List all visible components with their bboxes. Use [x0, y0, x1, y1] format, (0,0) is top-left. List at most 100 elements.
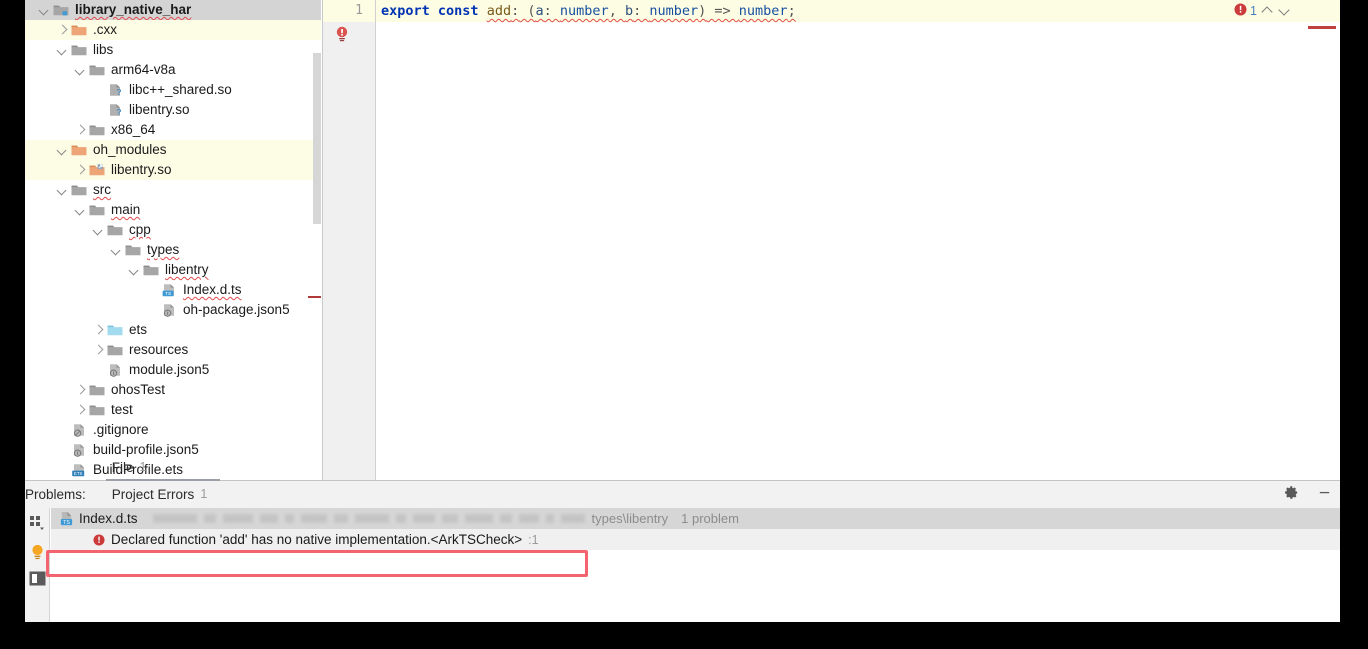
- chevron-right-icon[interactable]: [74, 400, 87, 420]
- code-token: number: [649, 3, 698, 19]
- chevron-right-icon[interactable]: [92, 340, 105, 360]
- tree-row[interactable]: library_native_har: [25, 0, 321, 20]
- module-folder-icon: [51, 2, 71, 18]
- error-count-group[interactable]: 1: [1234, 0, 1291, 22]
- tree-row[interactable]: oh_modules: [25, 140, 321, 160]
- problems-tab-project-errors[interactable]: Project Errors1: [112, 481, 214, 508]
- json5-file-icon: [105, 362, 125, 378]
- code-line-1[interactable]: export const add: (a: number, b: number)…: [376, 0, 1288, 22]
- orange-link-folder-icon: [87, 162, 107, 178]
- problems-tab-count: 1: [140, 454, 147, 481]
- tree-row[interactable]: libentry: [25, 260, 321, 280]
- tree-spacer: [146, 280, 159, 300]
- error-bulb-icon[interactable]: [334, 26, 350, 42]
- tree-row[interactable]: types: [25, 240, 321, 260]
- gray-folder-icon: [87, 402, 107, 418]
- tree-row-label: .cxx: [92, 20, 117, 40]
- project-tree-panel[interactable]: library_native_har.cxxlibsarm64-v8a?libc…: [25, 0, 321, 480]
- chevron-right-icon[interactable]: [74, 120, 87, 140]
- tree-row[interactable]: main: [25, 200, 321, 220]
- gray-folder-icon: [105, 342, 125, 358]
- chevron-right-icon[interactable]: [74, 380, 87, 400]
- tree-row[interactable]: arm64-v8a: [25, 60, 321, 80]
- tree-row-label: libc++_shared.so: [128, 80, 232, 100]
- tree-row-label: resources: [128, 340, 188, 360]
- tree-row[interactable]: ?libc++_shared.so: [25, 80, 321, 100]
- chevron-down-icon[interactable]: [56, 140, 69, 160]
- chevron-down-icon[interactable]: [74, 60, 87, 80]
- problems-tab-file[interactable]: File1: [112, 454, 214, 481]
- editor-error-stripe[interactable]: [1288, 22, 1340, 480]
- tree-scrollbar-thumb[interactable]: [313, 53, 321, 224]
- tree-row[interactable]: src: [25, 180, 321, 200]
- problems-panel[interactable]: Problems: File1Project Errors1Preview Ch…: [25, 480, 1340, 622]
- chevron-down-icon[interactable]: [56, 40, 69, 60]
- minimize-icon[interactable]: [1317, 485, 1332, 505]
- tree-row[interactable]: resources: [25, 340, 321, 360]
- tree-row-label: oh-package.json5: [182, 300, 290, 320]
- chevron-right-icon[interactable]: [74, 160, 87, 180]
- tree-row[interactable]: TSIndex.d.ts: [25, 280, 321, 300]
- chevron-down-icon[interactable]: [92, 220, 105, 240]
- chevron-down-icon[interactable]: [38, 0, 51, 20]
- chevron-down-icon[interactable]: [128, 260, 141, 280]
- tree-row[interactable]: .cxx: [25, 20, 321, 40]
- problems-side-toolbar[interactable]: [25, 508, 50, 623]
- tree-spacer: [56, 460, 69, 480]
- tree-row[interactable]: .gitignore: [25, 420, 321, 440]
- tree-row[interactable]: libs: [25, 40, 321, 60]
- code-token: a: [536, 3, 544, 19]
- chevron-down-icon[interactable]: [56, 180, 69, 200]
- code-text-area[interactable]: export const add: (a: number, b: number)…: [376, 0, 1288, 480]
- tree-row-label: libentry.so: [110, 160, 172, 180]
- error-stripe-marker[interactable]: [1308, 26, 1336, 29]
- tree-spacer: [56, 420, 69, 440]
- project-tree-list[interactable]: library_native_har.cxxlibsarm64-v8a?libc…: [25, 0, 321, 480]
- code-token: ,: [609, 3, 625, 19]
- tree-row-label: Index.d.ts: [182, 280, 242, 300]
- tree-row-label: ets: [128, 320, 147, 340]
- unknown-file-icon: ?: [105, 82, 125, 98]
- editor-inspection-status: 1: [1288, 0, 1340, 22]
- editor-gutter[interactable]: 1: [323, 0, 375, 480]
- tree-row[interactable]: libentry.so: [25, 160, 321, 180]
- code-token: ;: [788, 3, 796, 19]
- tree-row[interactable]: ? libentry.so: [25, 100, 321, 120]
- chevron-right-icon[interactable]: [56, 20, 69, 40]
- settings-gear-icon[interactable]: [1284, 485, 1299, 505]
- gray-folder-icon: [87, 202, 107, 218]
- svg-text:?: ?: [116, 107, 121, 117]
- tree-row[interactable]: oh-package.json5: [25, 300, 321, 320]
- tree-row[interactable]: ets: [25, 320, 321, 340]
- tree-row[interactable]: ohosTest: [25, 380, 321, 400]
- problems-file-row[interactable]: TS Index.d.ts: [51, 508, 1340, 529]
- chevron-down-icon[interactable]: [110, 240, 123, 260]
- chevron-down-icon[interactable]: [74, 200, 87, 220]
- problems-file-name: Index.d.ts: [79, 511, 138, 526]
- lightbulb-icon[interactable]: [30, 544, 45, 565]
- tree-row-label: src: [92, 180, 111, 200]
- problems-message-row[interactable]: Declared function 'add' has no native im…: [51, 529, 1340, 550]
- tree-row[interactable]: x86_64: [25, 120, 321, 140]
- problems-title: Problems:: [25, 487, 86, 502]
- problems-header: Problems: File1Project Errors1Preview Ch…: [25, 481, 1340, 508]
- gray-folder-icon: [87, 62, 107, 78]
- tree-row-label: libentry.so: [128, 100, 190, 120]
- gray-folder-icon: [141, 262, 161, 278]
- chevron-down-icon[interactable]: [1277, 4, 1291, 18]
- orange-folder-icon: [69, 142, 89, 158]
- toggle-panel-icon[interactable]: [29, 571, 46, 591]
- tree-row[interactable]: cpp: [25, 220, 321, 240]
- group-by-icon[interactable]: [29, 515, 46, 537]
- problems-list[interactable]: TS Index.d.ts: [51, 508, 1340, 623]
- problems-toolbar[interactable]: [1284, 481, 1332, 508]
- tree-row-label: libs: [92, 40, 113, 60]
- chevron-up-icon[interactable]: [1260, 4, 1274, 18]
- error-icon: [1234, 3, 1247, 19]
- tree-row[interactable]: module.json5: [25, 360, 321, 380]
- tree-row[interactable]: test: [25, 400, 321, 420]
- problems-message-text: Declared function 'add' has no native im…: [111, 532, 522, 547]
- screen-background-bottom: [0, 622, 1368, 649]
- code-editor[interactable]: 1 export const add: (a: number, b: numbe…: [322, 0, 1340, 480]
- chevron-right-icon[interactable]: [92, 320, 105, 340]
